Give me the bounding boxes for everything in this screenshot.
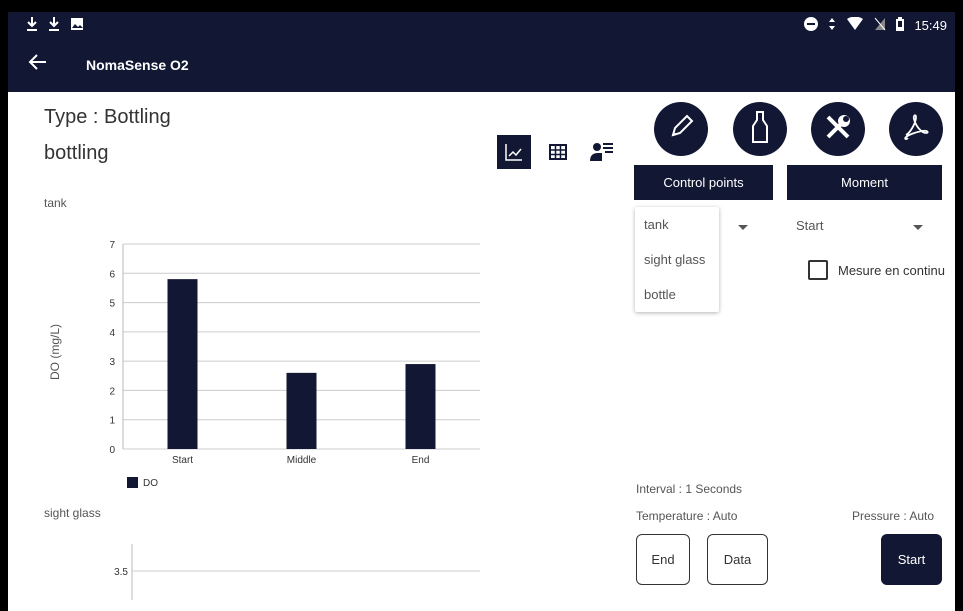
tools-button[interactable]	[811, 102, 865, 156]
sub-type-label: bottling	[44, 142, 109, 164]
settings-user-icon[interactable]	[585, 135, 619, 169]
app-bar: NomaSense O2	[8, 40, 955, 92]
dropdown-option-sight-glass[interactable]: sight glass	[635, 242, 719, 277]
tab-moment[interactable]: Moment	[787, 165, 942, 200]
bottle-icon	[749, 110, 771, 149]
x-tick-label: Middle	[287, 455, 317, 466]
download-icon	[48, 16, 60, 36]
interval-label: Interval : 1 Seconds	[636, 482, 743, 496]
dropdown-option-bottle[interactable]: bottle	[635, 277, 719, 312]
edit-button[interactable]	[654, 102, 708, 156]
data-arrows-icon	[828, 17, 836, 34]
y-tick-label: 4	[109, 328, 115, 339]
chevron-down-icon[interactable]	[738, 225, 748, 230]
tab-control-points[interactable]: Control points	[634, 165, 773, 200]
no-sim-icon	[874, 17, 886, 34]
pencil-icon	[667, 113, 695, 146]
bar-chart-2: 3.5	[114, 544, 480, 600]
table-icon[interactable]	[541, 135, 575, 169]
status-bar-right: 15:49	[804, 16, 947, 34]
y-tick-label: 7	[109, 240, 115, 251]
start-button[interactable]: Start	[881, 534, 942, 585]
y-tick-label: 1	[109, 416, 115, 427]
legend-label: DO	[143, 478, 158, 489]
pdf-button[interactable]	[889, 102, 943, 156]
status-time: 15:49	[914, 18, 947, 33]
do-not-disturb-icon	[804, 17, 819, 34]
bar-middle	[286, 372, 317, 449]
control-points-dropdown-menu: tank sight glass bottle	[635, 207, 719, 312]
chart-title-sight-glass: sight glass	[44, 506, 101, 520]
bar-end	[405, 364, 436, 449]
y-axis-title: DO (mg/L)	[48, 323, 62, 380]
download-icon	[26, 16, 38, 36]
data-button[interactable]: Data	[707, 534, 768, 585]
y-tick-label: 0	[109, 445, 115, 456]
tools-icon	[823, 112, 853, 147]
chart-icon[interactable]	[497, 135, 531, 169]
y-tick-label: 2	[109, 386, 115, 397]
temperature-label: Temperature : Auto	[636, 509, 738, 523]
moment-select[interactable]: Start	[796, 218, 823, 233]
chart-title-tank: tank	[44, 196, 67, 210]
legend-swatch	[127, 477, 138, 488]
status-bar-left	[26, 16, 84, 36]
continuous-measure-row[interactable]: Mesure en continu	[808, 260, 945, 280]
y-tick-label: 3.5	[114, 567, 128, 578]
y-tick-label: 6	[109, 269, 115, 280]
continuous-measure-checkbox[interactable]	[808, 260, 828, 280]
pdf-icon	[902, 113, 930, 146]
battery-icon	[896, 17, 905, 34]
bar-chart: 0 1 2 3 4 5 6 7 Start Middle End DO	[109, 240, 480, 489]
pressure-label: Pressure : Auto	[852, 509, 935, 523]
chevron-down-icon[interactable]	[913, 225, 923, 230]
app-title: NomaSense O2	[86, 57, 189, 73]
y-tick-label: 5	[109, 299, 115, 310]
x-tick-label: End	[412, 455, 430, 466]
view-toggle	[497, 135, 619, 169]
wifi-icon	[846, 16, 864, 34]
bar-start	[167, 279, 198, 449]
bottle-button[interactable]	[733, 102, 787, 156]
end-button[interactable]: End	[636, 534, 690, 585]
dropdown-option-tank[interactable]: tank	[635, 207, 719, 242]
image-icon	[70, 16, 84, 36]
back-arrow-icon[interactable]	[28, 52, 48, 78]
type-label: Type : Bottling	[44, 106, 171, 128]
status-bar: 15:49	[8, 12, 955, 40]
continuous-measure-label: Mesure en continu	[838, 262, 945, 278]
x-tick-label: Start	[172, 455, 193, 466]
y-tick-label: 3	[109, 357, 115, 368]
